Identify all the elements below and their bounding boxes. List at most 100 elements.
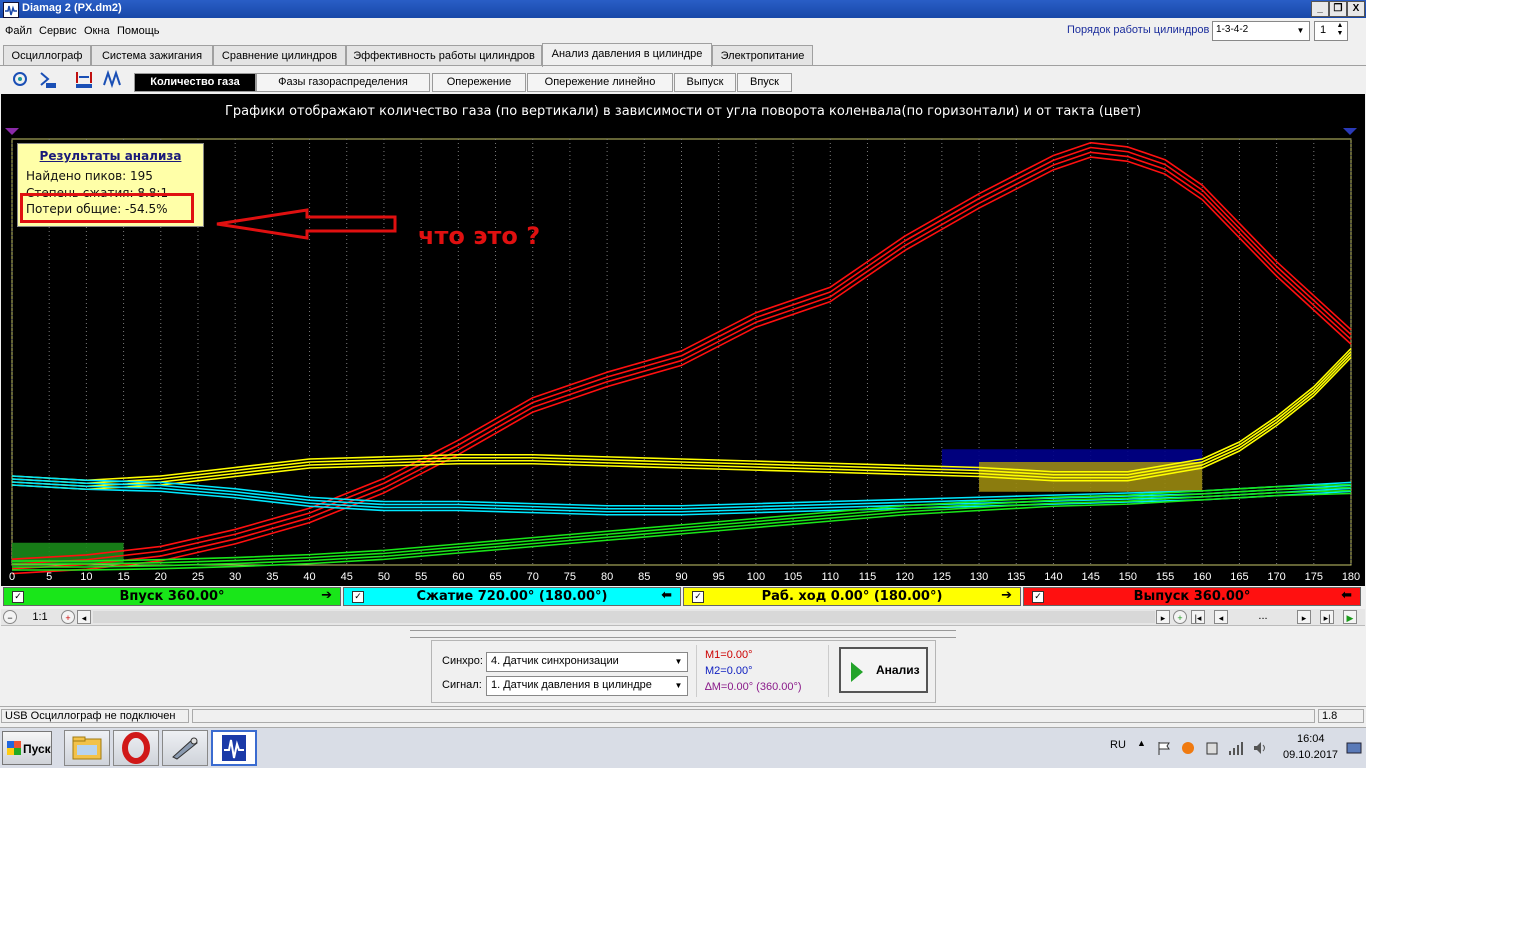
panel-splitter[interactable] xyxy=(410,630,956,638)
subtab-advance[interactable]: Опережение xyxy=(432,73,526,92)
stroke-exhaust-label: Выпуск 360.00° xyxy=(1133,589,1251,604)
horizontal-scrollbar[interactable] xyxy=(93,611,1155,623)
app-icon[interactable] xyxy=(162,730,208,766)
clock-date[interactable]: 09.10.2017 xyxy=(1283,749,1338,761)
last-frame-button[interactable]: ▸| xyxy=(1320,610,1334,624)
stroke-power-label: Раб. ход 0.00° (180.00°) xyxy=(761,589,943,604)
arrow-left-icon[interactable]: ⬅ xyxy=(1341,588,1352,603)
right-marker-icon[interactable] xyxy=(1343,128,1357,135)
cylinder-order-label: Порядок работы цилиндров xyxy=(1067,24,1210,36)
stroke-intake-bar[interactable]: ✓ Впуск 360.00° ➔ xyxy=(3,587,341,606)
spin-up-icon[interactable]: ▲ xyxy=(1334,22,1346,30)
tab-cylinder-compare[interactable]: Сравнение цилиндров xyxy=(213,45,346,66)
subtab-advance-linear[interactable]: Опережение линейно xyxy=(527,73,673,92)
spin-down-icon[interactable]: ▼ xyxy=(1334,30,1346,38)
zoom-fit-icon[interactable]: + xyxy=(1173,610,1187,624)
chart-canvas[interactable]: 0 5 10 15 20 25 30 35 40 45 50 55 60 65 70 75 80 85 90 95 10… xyxy=(1,94,1365,586)
tab-pressure-analysis[interactable]: Анализ давления в цилиндре xyxy=(542,43,712,67)
arrow-left-icon[interactable]: ⬅ xyxy=(661,588,672,603)
tab-power-supply[interactable]: Электропитание xyxy=(712,45,813,66)
volume-icon[interactable] xyxy=(1252,740,1268,756)
start-button[interactable]: Пуск xyxy=(2,731,52,765)
scroll-right-button[interactable]: ▸ xyxy=(1156,610,1170,624)
menu-service[interactable]: Сервис xyxy=(39,25,77,37)
flag-icon[interactable] xyxy=(1156,740,1172,756)
prev-frame-button[interactable]: ◂ xyxy=(1214,610,1228,624)
cylinder-index-spinner[interactable]: 1 ▲ ▼ xyxy=(1314,21,1348,41)
marker-m2: M2=0.00° xyxy=(705,665,753,677)
scroll-left-button[interactable]: ◂ xyxy=(77,610,91,624)
subtab-exhaust[interactable]: Выпуск xyxy=(674,73,736,92)
subtab-valve-timing[interactable]: Фазы газораспределения xyxy=(256,73,430,92)
restore-button[interactable]: ❐ xyxy=(1329,1,1347,17)
zoom-in-icon[interactable]: + xyxy=(61,610,75,624)
arrow-right-icon[interactable]: ➔ xyxy=(1001,588,1012,603)
panel-divider xyxy=(696,645,697,697)
avast-icon[interactable] xyxy=(1180,740,1196,756)
minimize-button[interactable]: _ xyxy=(1311,1,1329,17)
tab-cylinder-efficiency[interactable]: Эффективность работы цилиндров xyxy=(346,45,542,66)
x-tick-label: 80 xyxy=(601,571,613,583)
chart-scroll-row: − 1:1 + ◂ ▸ + |◂ ◂ ... ▸ ▸| ▶ xyxy=(1,609,1365,626)
marker-delta: ∆M=0.00° (360.00°) xyxy=(705,681,802,693)
x-tick-label: 95 xyxy=(713,571,725,583)
sync-icon[interactable] xyxy=(10,69,30,89)
left-marker-icon[interactable] xyxy=(5,128,19,135)
play-icon xyxy=(851,662,863,682)
opera-icon[interactable] xyxy=(113,730,159,766)
menu-help[interactable]: Помощь xyxy=(117,25,160,37)
x-tick-label: 130 xyxy=(970,571,988,583)
chevron-down-icon: ▼ xyxy=(674,681,683,690)
first-frame-button[interactable]: |◂ xyxy=(1191,610,1205,624)
application-window: Diamag 2 (PX.dm2) _ ❐ X Файл Сервис Окна… xyxy=(0,0,1366,768)
x-tick-label: 140 xyxy=(1044,571,1062,583)
x-tick-label: 15 xyxy=(117,571,129,583)
auto-scale-icon[interactable] xyxy=(74,69,94,89)
stroke-power-bar[interactable]: ✓ Раб. ход 0.00° (180.00°) ➔ xyxy=(683,587,1021,606)
x-tick-label: 50 xyxy=(378,571,390,583)
taskbar: Пуск RU ▲ 16:04 09.10.2017 xyxy=(0,727,1366,768)
subtab-gas-amount[interactable]: Количество газа xyxy=(134,73,256,92)
sync-select[interactable]: 4. Датчик синхронизации ▼ xyxy=(486,652,688,672)
peaks-icon[interactable] xyxy=(102,69,122,89)
cylinder-order-select[interactable]: 1-3-4-2 ▼ xyxy=(1212,21,1310,41)
signal-select[interactable]: 1. Датчик давления в цилиндре ▼ xyxy=(486,676,688,696)
tab-divider xyxy=(0,65,1366,66)
tab-oscilloscope[interactable]: Осциллограф xyxy=(3,45,91,66)
x-tick-label: 35 xyxy=(266,571,278,583)
x-tick-label: 170 xyxy=(1267,571,1285,583)
stroke-exhaust-bar[interactable]: ✓ Выпуск 360.00° ⬅ xyxy=(1023,587,1361,606)
analyze-button[interactable]: Анализ xyxy=(839,647,928,693)
explorer-icon[interactable] xyxy=(64,730,110,766)
stroke-compression-bar[interactable]: ✓ Сжатие 720.00° (180.00°) ⬅ xyxy=(343,587,681,606)
menu-windows[interactable]: Окна xyxy=(84,25,110,37)
x-tick-label: 115 xyxy=(859,571,877,583)
close-button[interactable]: X xyxy=(1347,1,1365,17)
sync-value: 4. Датчик синхронизации xyxy=(491,655,619,667)
clock-time[interactable]: 16:04 xyxy=(1297,733,1325,745)
frame-position[interactable]: ... xyxy=(1233,610,1293,624)
menu-file[interactable]: Файл xyxy=(5,25,32,37)
x-tick-label: 145 xyxy=(1081,571,1099,583)
cylinder-order-value: 1-3-4-2 xyxy=(1216,24,1249,35)
title-bar: Diamag 2 (PX.dm2) _ ❐ X xyxy=(0,0,1366,18)
x-tick-label: 175 xyxy=(1305,571,1323,583)
x-tick-label: 160 xyxy=(1193,571,1211,583)
x-tick-label: 10 xyxy=(80,571,92,583)
zoom-out-icon[interactable]: − xyxy=(3,610,17,624)
arrow-right-icon[interactable]: ➔ xyxy=(321,588,332,603)
network-signal-icon[interactable] xyxy=(1228,740,1244,756)
x-tick-label: 60 xyxy=(452,571,464,583)
next-frame-button[interactable]: ▸ xyxy=(1297,610,1311,624)
tab-ignition[interactable]: Система зажигания xyxy=(91,45,213,66)
diamag-icon[interactable] xyxy=(211,730,257,766)
numbering-1234-icon[interactable] xyxy=(38,69,58,89)
subtab-intake[interactable]: Впуск xyxy=(737,73,792,92)
play-icon[interactable]: ▶ xyxy=(1343,610,1357,624)
gas-amount-chart[interactable]: Графики отображают количество газа (по в… xyxy=(1,94,1365,586)
annotation-highlight-box xyxy=(20,193,194,223)
language-indicator[interactable]: RU xyxy=(1110,739,1126,751)
usb-device-icon[interactable] xyxy=(1204,740,1220,756)
show-desktop-icon[interactable] xyxy=(1346,740,1362,756)
tray-expand-icon[interactable]: ▲ xyxy=(1137,738,1146,748)
